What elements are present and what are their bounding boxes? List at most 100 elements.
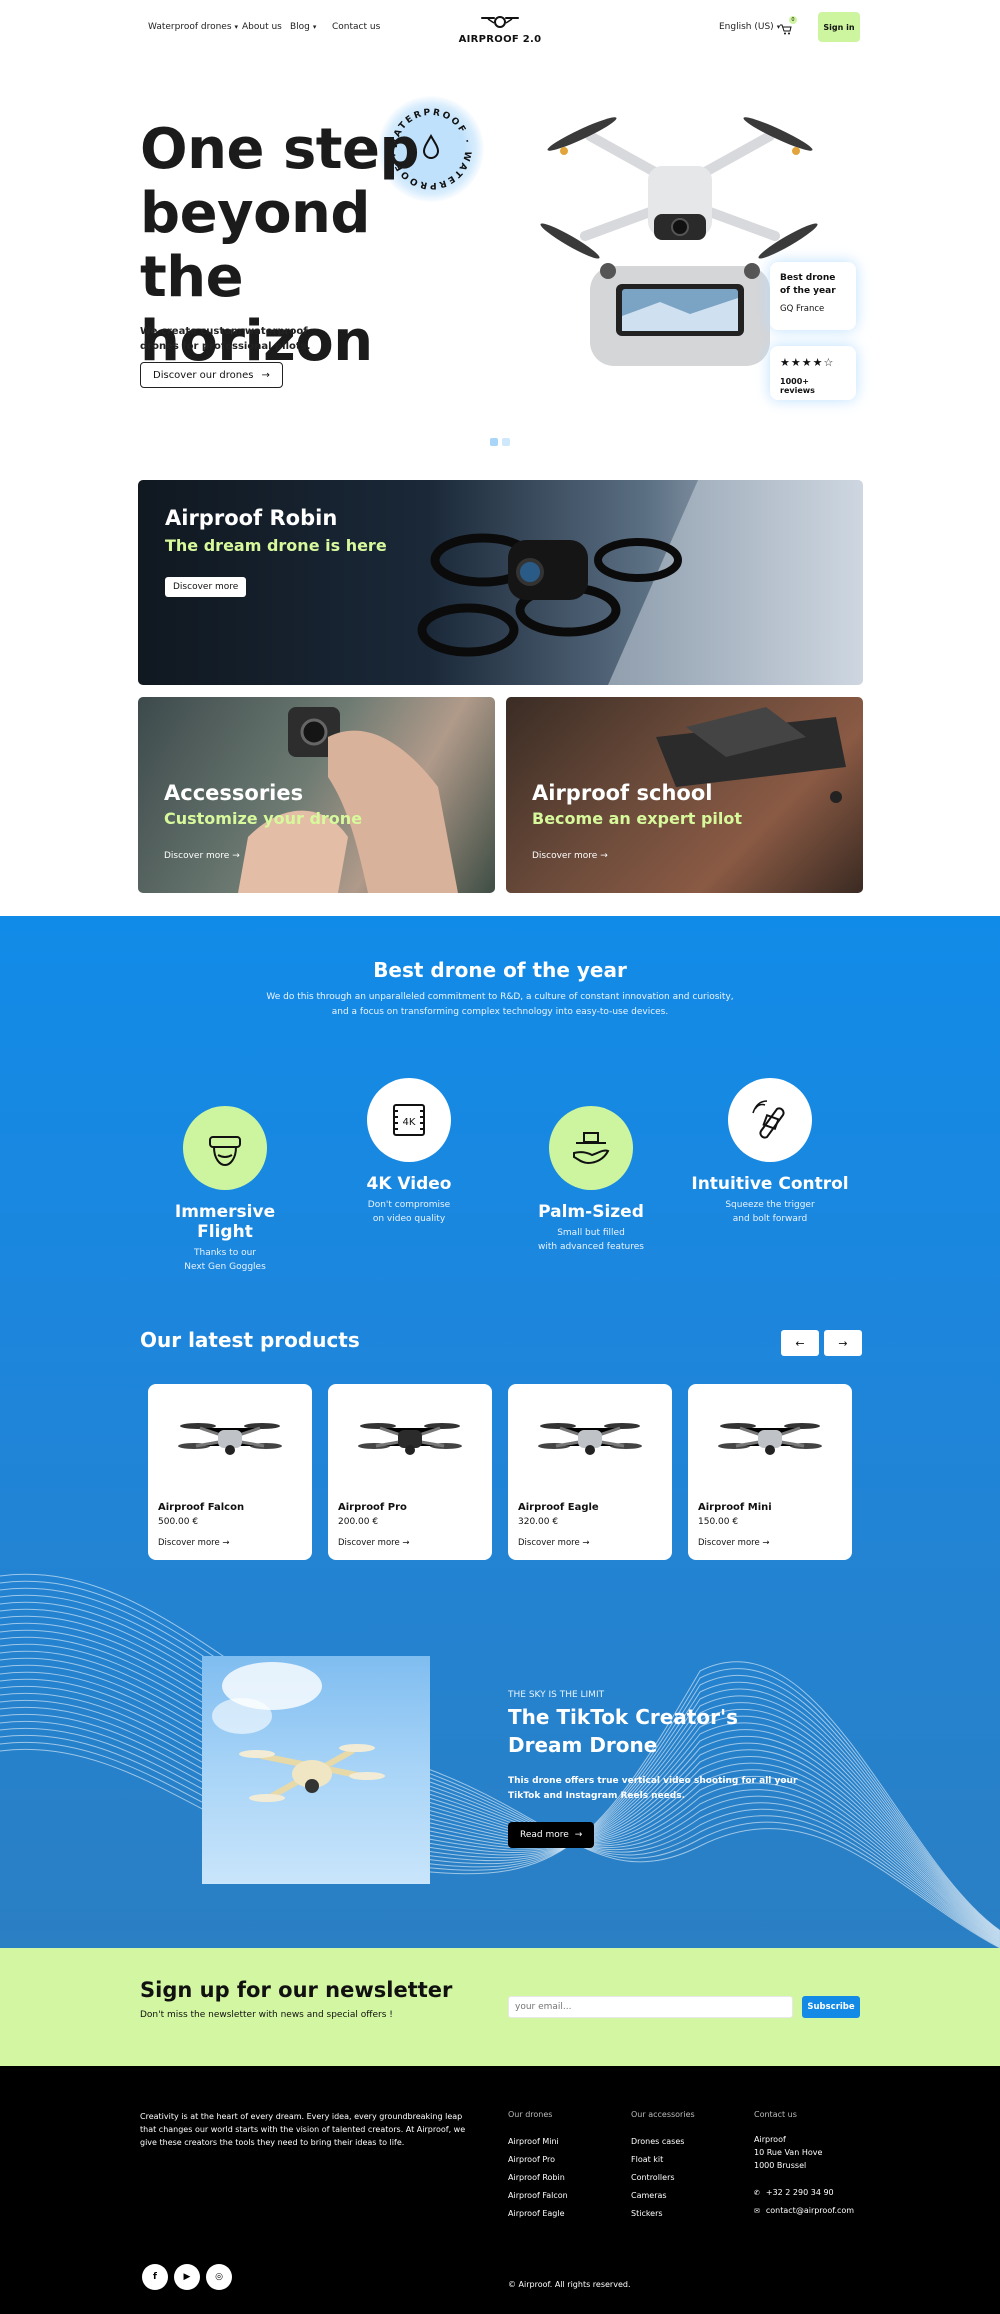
- feature-text: Small but filled: [557, 1228, 625, 1238]
- feature-text: on video quality: [372, 1214, 446, 1224]
- nav-contact-us[interactable]: Contact us: [332, 22, 380, 32]
- instagram-icon[interactable]: ◎: [206, 2264, 232, 2290]
- nav-label: Contact us: [332, 22, 381, 32]
- product-drone-image: [538, 1423, 642, 1455]
- arrow-right-icon: →: [232, 851, 240, 861]
- product-name: Airproof Eagle: [518, 1502, 599, 1513]
- school-discover-link[interactable]: Discover more →: [532, 851, 608, 861]
- wave-line: [0, 1699, 1000, 1936]
- nav-waterproof-drones[interactable]: Waterproof drones ▾: [148, 22, 238, 32]
- product-discover-link[interactable]: Discover more →: [518, 1538, 590, 1548]
- product-name: Airproof Pro: [338, 1502, 407, 1513]
- link-label: Discover more: [698, 1538, 760, 1548]
- cart-icon: [780, 24, 792, 35]
- product-discover-link[interactable]: Discover more →: [338, 1538, 410, 1548]
- award-source: GQ France: [780, 304, 825, 314]
- feature-immersive-flight: Immersive Flight Thanks to our Next Gen G…: [145, 1106, 305, 1274]
- nav-blog[interactable]: Blog ▾: [290, 22, 316, 32]
- language-label: English (US): [719, 22, 774, 32]
- wave-line: [0, 1594, 1000, 1947]
- rating-card: ★★★★☆ 1000+ reviews: [770, 346, 856, 400]
- robin-banner[interactable]: Airproof Robin The dream drone is here D…: [138, 480, 863, 685]
- footer-link[interactable]: Drones cases: [631, 2133, 695, 2151]
- nav-about-us[interactable]: About us: [242, 22, 282, 32]
- hero-subtitle: We create custom waterproof drones for p…: [140, 326, 311, 352]
- nav-label: Waterproof drones: [148, 22, 232, 32]
- products-prev-button[interactable]: ←: [781, 1330, 819, 1356]
- button-label: Discover our drones: [153, 369, 254, 381]
- footer-link[interactable]: Airproof Falcon: [508, 2187, 568, 2205]
- star-filled-icon: ★: [790, 356, 802, 369]
- footer-link[interactable]: Airproof Pro: [508, 2151, 568, 2169]
- footer-col-drones: Our drones Airproof Mini Airproof Pro Ai…: [508, 2110, 568, 2223]
- cart-button[interactable]: 0: [780, 16, 797, 39]
- school-tile[interactable]: Airproof school Become an expert pilot D…: [506, 697, 863, 893]
- wave-line: [0, 1678, 1000, 1938]
- wave-line: [0, 1695, 1000, 1935]
- accessories-subtitle: Customize your drone: [164, 809, 363, 828]
- feature-title: 4K Video: [366, 1174, 452, 1194]
- logo-text: AIRPROOF 2.0: [458, 34, 542, 45]
- arrow-right-icon: →: [582, 1538, 590, 1548]
- reviews-count: 1000+ reviews: [780, 377, 815, 395]
- address-line: 1000 Brussel: [754, 2161, 807, 2170]
- footer-link[interactable]: Float kit: [631, 2151, 695, 2169]
- email-input[interactable]: [508, 1996, 793, 2018]
- arrow-right-icon: →: [402, 1538, 410, 1548]
- sign-in-button[interactable]: Sign in: [818, 12, 860, 42]
- footer-link[interactable]: Airproof Robin: [508, 2169, 568, 2187]
- products-next-button[interactable]: →: [824, 1330, 862, 1356]
- product-price: 150.00 €: [698, 1517, 739, 1527]
- youtube-icon[interactable]: ▶: [174, 2264, 200, 2290]
- wave-line: [0, 1601, 1000, 1946]
- read-more-button[interactable]: Read more →: [508, 1822, 595, 1848]
- footer-link[interactable]: Controllers: [631, 2169, 695, 2187]
- star-filled-icon: ★: [812, 356, 824, 369]
- carousel-dot[interactable]: [502, 438, 510, 446]
- product-drone-image: [178, 1423, 282, 1455]
- product-card[interactable]: Airproof Falcon 500.00 € Discover more →: [148, 1384, 312, 1560]
- subscribe-button[interactable]: Subscribe: [802, 1996, 860, 2018]
- product-card[interactable]: Airproof Pro 200.00 € Discover more →: [328, 1384, 492, 1560]
- hero-drone-image: [540, 117, 818, 366]
- flying-drone-image: [212, 1662, 385, 1802]
- robin-title: Airproof Robin: [165, 506, 338, 530]
- address-line: Airproof: [754, 2135, 786, 2144]
- product-discover-link[interactable]: Discover more →: [698, 1538, 770, 1548]
- language-selector[interactable]: English (US) ▾: [719, 22, 780, 32]
- facebook-icon[interactable]: f: [142, 2264, 168, 2290]
- site-logo[interactable]: AIRPROOF 2.0: [458, 14, 542, 45]
- discover-drones-button[interactable]: Discover our drones →: [140, 362, 283, 388]
- accessories-tile[interactable]: Accessories Customize your drone Discove…: [138, 697, 495, 893]
- product-card[interactable]: Airproof Mini 150.00 € Discover more →: [688, 1384, 852, 1560]
- arrow-right-icon: →: [838, 1336, 848, 1350]
- footer-about: Creativity is at the heart of every drea…: [140, 2112, 466, 2147]
- footer-email[interactable]: ✉ contact@airproof.com: [754, 2202, 864, 2220]
- drone-logo-icon: [481, 16, 519, 28]
- phone-text: +32 2 290 34 90: [765, 2188, 834, 2197]
- chevron-down-icon: ▾: [312, 23, 317, 31]
- feature-text: Squeeze the trigger: [725, 1200, 815, 1210]
- wave-line: [0, 1650, 1000, 1941]
- footer-phone[interactable]: ✆ +32 2 290 34 90: [754, 2184, 864, 2202]
- arrow-right-icon: →: [762, 1538, 770, 1548]
- star-filled-icon: ★: [801, 356, 813, 369]
- product-discover-link[interactable]: Discover more →: [158, 1538, 230, 1548]
- promo-image: [202, 1656, 430, 1884]
- product-drone-image: [358, 1423, 462, 1455]
- product-card[interactable]: Airproof Eagle 320.00 € Discover more →: [508, 1384, 672, 1560]
- promo-eyebrow: THE SKY IS THE LIMIT: [508, 1690, 605, 1700]
- footer-link[interactable]: Stickers: [631, 2205, 695, 2223]
- products-title: Our latest products: [140, 1328, 360, 1352]
- footer-link[interactable]: Airproof Mini: [508, 2133, 568, 2151]
- accessories-discover-link[interactable]: Discover more →: [164, 851, 240, 861]
- link-label: Discover more: [532, 851, 598, 861]
- carousel-dot[interactable]: [490, 438, 498, 446]
- arrow-right-icon: →: [574, 1830, 583, 1840]
- footer-link[interactable]: Airproof Eagle: [508, 2205, 568, 2223]
- robin-discover-button[interactable]: Discover more: [165, 577, 247, 597]
- newsletter-title: Sign up for our newsletter: [140, 1978, 453, 2002]
- footer-link[interactable]: Cameras: [631, 2187, 695, 2205]
- feature-text: Thanks to our: [194, 1248, 256, 1258]
- star-rating: ★★★★☆: [780, 356, 846, 369]
